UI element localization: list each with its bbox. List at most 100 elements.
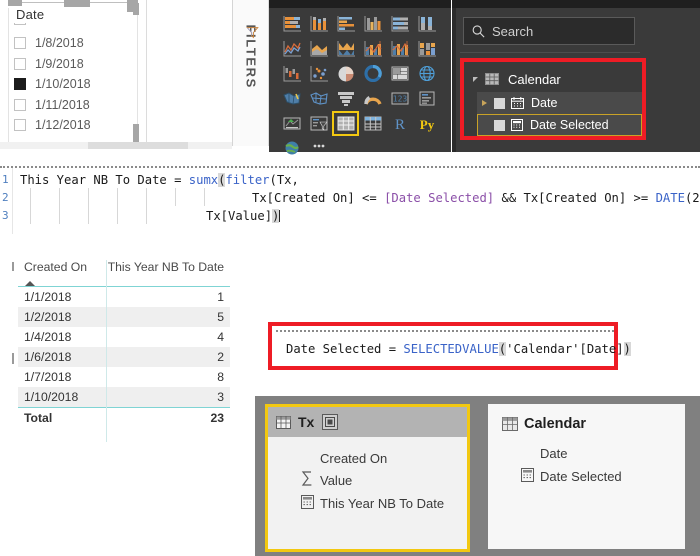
slicer-item[interactable]: 1/7/2018: [14, 23, 132, 33]
slicer-item-list[interactable]: 1/7/2018 1/8/2018 1/9/2018 1/10/2018 1/1…: [14, 23, 132, 136]
resize-handle-center[interactable]: [64, 0, 90, 7]
slicer-vertical-scrollbar[interactable]: [133, 3, 139, 142]
gauge-chart-icon[interactable]: [359, 86, 386, 111]
card-icon[interactable]: 123: [386, 86, 413, 111]
slicer-item[interactable]: 1/11/2018: [14, 95, 132, 116]
dax-code-line[interactable]: Date Selected = SELECTEDVALUE('Calendar'…: [286, 342, 631, 356]
dax-code-line-1[interactable]: This Year NB To Date = sumx(filter(Tx,: [20, 173, 299, 187]
table-row[interactable]: 1/7/2018 8: [18, 367, 230, 387]
matched-paren: ): [272, 209, 280, 223]
visualizations-pane[interactable]: 123 R Py: [269, 0, 451, 155]
tx-field-value[interactable]: Value: [320, 473, 352, 488]
slicer-item[interactable]: 1/9/2018: [14, 54, 132, 75]
100-stacked-column-chart-icon[interactable]: [413, 11, 440, 36]
dax-formula-bar-2[interactable]: Date Selected = SELECTEDVALUE('Calendar'…: [276, 330, 631, 366]
line-number: 2: [2, 191, 9, 204]
kpi-icon[interactable]: [278, 111, 305, 136]
handle-rule-left: [22, 2, 64, 3]
tx-field-created-on[interactable]: Created On: [320, 451, 387, 466]
r-script-visual-icon[interactable]: R: [386, 111, 413, 136]
slicer-checkbox[interactable]: [14, 37, 26, 50]
multi-row-card-icon[interactable]: [413, 86, 440, 111]
result-table-visual[interactable]: Created On This Year NB To Date 1/1/2018…: [12, 260, 230, 442]
search-input[interactable]: Search: [463, 17, 635, 45]
calendar-field-date-selected[interactable]: Date Selected: [540, 469, 622, 484]
ribbon-chart-icon[interactable]: [413, 36, 440, 61]
100-stacked-bar-chart-icon[interactable]: [386, 11, 413, 36]
table-row[interactable]: 1/1/2018 1: [18, 287, 230, 307]
area-chart-icon[interactable]: [305, 36, 332, 61]
text-caret: [279, 210, 281, 222]
table-header-row[interactable]: Created On This Year NB To Date: [18, 260, 230, 286]
date-slicer-visual[interactable]: Date 1/7/2018 1/8/2018 1/9/2018 1/10/201…: [8, 0, 139, 148]
table-row[interactable]: 1/2/2018 5: [18, 307, 230, 327]
expand-card-icon[interactable]: [322, 414, 339, 430]
fields-table-calendar[interactable]: Calendar: [468, 66, 642, 92]
tx-field-this-year-nb-to-date[interactable]: This Year NB To Date: [320, 496, 444, 511]
python-visual-icon[interactable]: Py: [413, 111, 440, 136]
map-icon[interactable]: [413, 61, 440, 86]
dax-code-line-2[interactable]: Tx[Created On] <= [Date Selected] && Tx[…: [252, 191, 700, 205]
calendar-table-card[interactable]: Calendar Date Date Selected: [488, 404, 685, 549]
more-options-icon[interactable]: [305, 136, 332, 161]
funnel-chart-icon[interactable]: [332, 86, 359, 111]
slicer-item[interactable]: 1/8/2018: [14, 33, 132, 54]
resize-handle-left[interactable]: [8, 0, 22, 6]
slicer-item[interactable]: 1/12/2018: [14, 115, 132, 136]
chevron-down-icon[interactable]: [473, 76, 478, 82]
donut-chart-icon[interactable]: [359, 61, 386, 86]
slicer-item-selected[interactable]: 1/10/2018: [14, 74, 132, 95]
clustered-bar-chart-icon[interactable]: [332, 11, 359, 36]
chevron-right-icon[interactable]: [482, 100, 487, 106]
stacked-column-chart-icon[interactable]: [305, 11, 332, 36]
line-stacked-column-chart-icon[interactable]: [359, 36, 386, 61]
stacked-bar-chart-icon[interactable]: [278, 11, 305, 36]
slicer-checkbox[interactable]: [14, 57, 26, 70]
cell-date: 1/10/2018: [24, 390, 79, 404]
handle-rule-right: [90, 2, 127, 3]
table-row[interactable]: 1/4/2018 4: [18, 327, 230, 347]
slicer-checkbox-checked[interactable]: [14, 78, 26, 91]
tx-table-card[interactable]: Tx Created On Value This Year NB To Date: [265, 404, 470, 552]
dax-formula-bar[interactable]: 1 2 3 This Year NB To Date = sumx(filter…: [0, 166, 700, 234]
pie-chart-icon[interactable]: [332, 61, 359, 86]
column-header-this-year-nb-to-date[interactable]: This Year NB To Date: [106, 260, 230, 286]
measure-name-text: Date Selected =: [286, 342, 404, 356]
line-clustered-column-chart-icon[interactable]: [386, 36, 413, 61]
canvas-horizontal-scrollbar-thumb[interactable]: [88, 142, 188, 149]
field-item-date-selected[interactable]: Date Selected: [477, 114, 642, 136]
line-chart-icon[interactable]: [278, 36, 305, 61]
fields-pane[interactable]: Search Calendar Date Date Selected: [452, 0, 700, 152]
arcgis-map-icon[interactable]: [278, 136, 305, 161]
table-row[interactable]: 1/6/2018 2: [18, 347, 230, 367]
visualization-type-grid[interactable]: 123 R Py: [278, 11, 442, 161]
scatter-chart-icon[interactable]: [305, 61, 332, 86]
tx-table-card-header[interactable]: Tx: [268, 407, 467, 437]
svg-text:Py: Py: [419, 117, 434, 132]
slicer-checkbox[interactable]: [14, 98, 26, 111]
treemap-icon[interactable]: [386, 61, 413, 86]
stacked-area-chart-icon[interactable]: [332, 36, 359, 61]
shape-map-icon[interactable]: [305, 86, 332, 111]
table-visual-icon[interactable]: [332, 111, 359, 136]
scrollbar-thumb-top[interactable]: [133, 3, 139, 15]
slicer-icon[interactable]: [305, 111, 332, 136]
dax-line3-text: Tx[Value]: [206, 209, 273, 223]
slicer-checkbox[interactable]: [14, 119, 26, 132]
clustered-column-chart-icon[interactable]: [359, 11, 386, 36]
calendar-field-date[interactable]: Date: [540, 446, 567, 461]
scrollbar-thumb[interactable]: [133, 124, 139, 142]
dax-code-line-3[interactable]: Tx[Value]): [206, 209, 281, 223]
viz-row: [278, 11, 442, 36]
field-checkbox[interactable]: [494, 119, 505, 131]
filled-map-icon[interactable]: [278, 86, 305, 111]
waterfall-chart-icon[interactable]: [278, 61, 305, 86]
table-row[interactable]: 1/10/2018 3: [18, 387, 230, 407]
field-item-date[interactable]: Date: [477, 92, 642, 114]
filters-pane-collapsed[interactable]: FILTERS: [233, 0, 269, 146]
field-checkbox[interactable]: [494, 97, 505, 109]
slicer-checkbox[interactable]: [14, 23, 26, 25]
matrix-icon[interactable]: [359, 111, 386, 136]
table-total-row: Total 23: [18, 408, 230, 428]
measure-icon: [511, 119, 523, 131]
